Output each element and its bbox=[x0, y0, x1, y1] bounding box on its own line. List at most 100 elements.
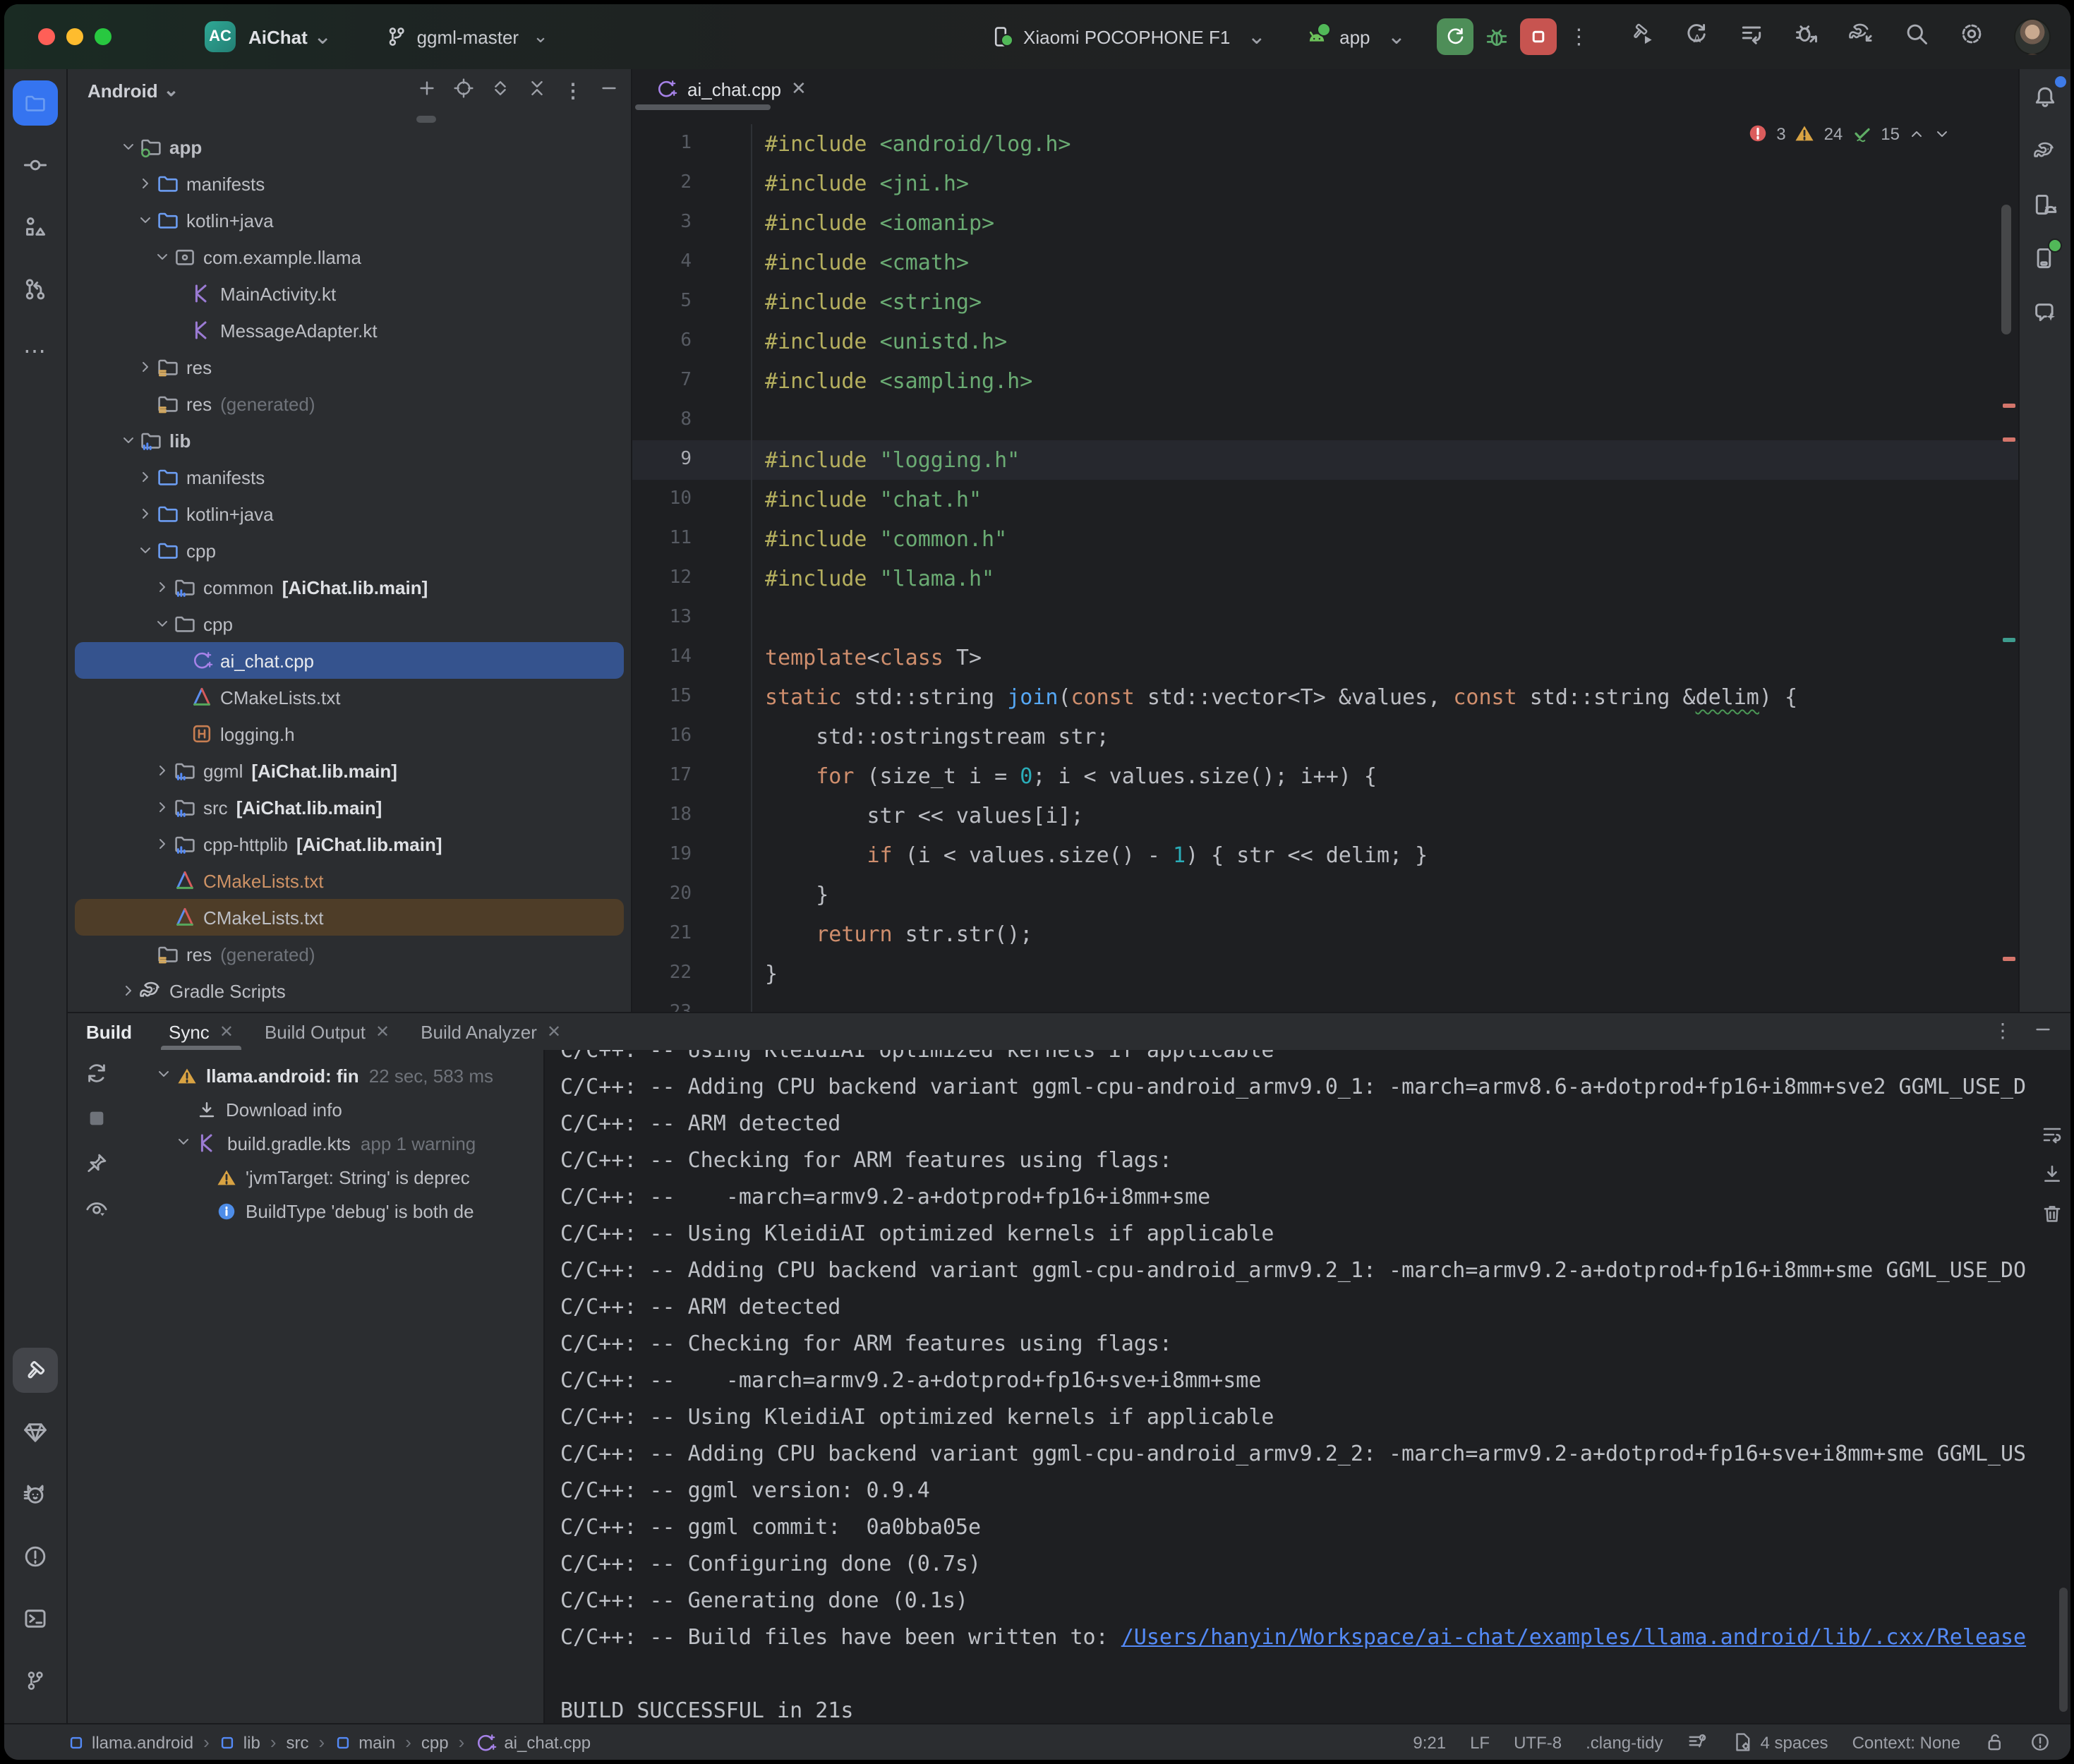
tool-stripe-pull-request-button[interactable] bbox=[13, 267, 58, 312]
context-indicator[interactable]: Context: None bbox=[1852, 1732, 1960, 1752]
soft-wrap-button[interactable] bbox=[2041, 1123, 2063, 1153]
tree-row[interactable]: Gradle Scripts bbox=[75, 972, 624, 1009]
code-line[interactable]: 22} bbox=[632, 954, 2018, 993]
code-line[interactable]: 16 std::ostringstream str; bbox=[632, 717, 2018, 756]
indent-setting[interactable]: 4 spaces bbox=[1732, 1732, 1828, 1753]
restart-activity-button[interactable]: A bbox=[1684, 20, 1709, 53]
stop-button[interactable] bbox=[1520, 18, 1557, 55]
tree-row[interactable]: cpp-httplib[AiChat.lib.main] bbox=[75, 826, 624, 862]
tab-ai-chat-cpp[interactable]: ai_chat.cpp ✕ bbox=[644, 78, 818, 100]
tree-row[interactable]: res bbox=[75, 349, 624, 385]
branch-selector[interactable]: ggml-master ⌄ bbox=[386, 25, 548, 48]
debug-button[interactable] bbox=[1485, 25, 1509, 49]
attach-debugger-button[interactable] bbox=[1794, 20, 1819, 53]
code-line[interactable]: 2#include <jni.h> bbox=[632, 164, 2018, 203]
collapse-all-icon[interactable] bbox=[526, 78, 548, 103]
tree-row[interactable]: kotlin+java bbox=[75, 202, 624, 238]
tree-row[interactable]: res(generated) bbox=[75, 385, 624, 422]
device-selector[interactable]: Xiaomi POCOPHONE F1 bbox=[1023, 26, 1230, 47]
minimize-window-button[interactable] bbox=[66, 28, 83, 45]
user-avatar[interactable] bbox=[2014, 18, 2051, 55]
build-tab-sync[interactable]: Sync✕ bbox=[160, 1013, 242, 1050]
breadcrumb[interactable]: llama.android›lib›src›main›cpp›ai_chat.c… bbox=[68, 1731, 591, 1753]
build-tree-row[interactable]: build.gradle.ktsapp 1 warning bbox=[124, 1126, 543, 1160]
close-window-button[interactable] bbox=[38, 28, 55, 45]
tool-stripe-branch-button[interactable] bbox=[13, 1658, 58, 1703]
right-stripe-device-manager-button[interactable] bbox=[2025, 185, 2065, 224]
tree-row[interactable]: MessageAdapter.kt bbox=[75, 312, 624, 349]
breadcrumb-item[interactable]: ai_chat.cpp bbox=[474, 1731, 591, 1753]
code-line[interactable]: 21 return str.str(); bbox=[632, 914, 2018, 954]
tree-row[interactable]: cpp bbox=[75, 532, 624, 569]
close-icon[interactable]: ✕ bbox=[791, 78, 807, 100]
more-v-icon[interactable]: ⋮ bbox=[1993, 1019, 2013, 1044]
run-config-selector[interactable]: app bbox=[1339, 26, 1370, 47]
code-line[interactable]: 15static std::string join(const std::vec… bbox=[632, 677, 2018, 717]
code-line[interactable]: 4#include <cmath> bbox=[632, 243, 2018, 282]
breadcrumb-item[interactable]: llama.android bbox=[68, 1732, 193, 1752]
gear-button[interactable] bbox=[1959, 20, 1984, 53]
tool-stripe-structure-button[interactable] bbox=[13, 205, 58, 250]
macos-window-controls[interactable] bbox=[38, 28, 111, 45]
build-run-button[interactable] bbox=[1629, 20, 1654, 53]
console-link[interactable]: /Users/hanyin/Workspace/ai-chat/examples… bbox=[1121, 1624, 2026, 1650]
tool-stripe-more-h-button[interactable]: ⋯ bbox=[13, 329, 58, 374]
tree-row[interactable]: res(generated) bbox=[75, 936, 624, 972]
file-encoding[interactable]: UTF-8 bbox=[1514, 1732, 1562, 1752]
code-line[interactable]: 11#include "common.h" bbox=[632, 519, 2018, 559]
breadcrumb-item[interactable]: main bbox=[334, 1732, 395, 1752]
pin-button[interactable] bbox=[84, 1152, 108, 1183]
change-stripe-mark[interactable] bbox=[2003, 638, 2015, 642]
code-line[interactable]: 5#include <string> bbox=[632, 282, 2018, 322]
build-tree-row[interactable]: Download info bbox=[124, 1092, 543, 1126]
right-stripe-gemini-button[interactable] bbox=[2025, 292, 2065, 332]
tree-row[interactable]: ggml[AiChat.lib.main] bbox=[75, 752, 624, 789]
code-line[interactable]: 19 if (i < values.size() - 1) { str << d… bbox=[632, 835, 2018, 875]
profiler-button[interactable] bbox=[1739, 20, 1764, 53]
scroll-end-button[interactable] bbox=[2041, 1163, 2063, 1192]
close-icon[interactable]: ✕ bbox=[547, 1022, 561, 1041]
code-line[interactable]: 14template<class T> bbox=[632, 638, 2018, 677]
tree-row[interactable]: com.example.llama bbox=[75, 238, 624, 275]
code-line[interactable]: 12#include "llama.h" bbox=[632, 559, 2018, 598]
tool-stripe-hammer-button[interactable] bbox=[13, 1348, 58, 1393]
build-tree-row[interactable]: BuildType 'debug' is both de bbox=[124, 1194, 543, 1228]
project-selector[interactable]: AiChat bbox=[248, 26, 308, 47]
tool-stripe-folder-button[interactable] bbox=[13, 80, 58, 126]
code-line[interactable]: 9#include "logging.h" bbox=[632, 440, 2018, 480]
tree-row[interactable]: common[AiChat.lib.main] bbox=[75, 569, 624, 605]
code-line[interactable]: 20 } bbox=[632, 875, 2018, 914]
project-view-selector[interactable]: Android bbox=[88, 80, 158, 101]
error-stripe-mark[interactable] bbox=[2003, 404, 2015, 408]
code-style-icon[interactable] bbox=[1687, 1732, 1708, 1753]
scrollbar-thumb[interactable] bbox=[416, 116, 436, 123]
tree-row[interactable]: manifests bbox=[75, 459, 624, 495]
tree-row[interactable]: CMakeLists.txt bbox=[75, 679, 624, 715]
breadcrumb-item[interactable]: cpp bbox=[421, 1732, 449, 1752]
gradle-sync-button[interactable] bbox=[1849, 20, 1874, 53]
tree-row[interactable]: CMakeLists.txt bbox=[75, 862, 624, 899]
rerun-button[interactable] bbox=[1437, 18, 1473, 55]
tree-row[interactable]: logging.h bbox=[75, 715, 624, 752]
maximize-window-button[interactable] bbox=[95, 28, 111, 45]
lock-open-icon[interactable] bbox=[1984, 1732, 2006, 1753]
code-area[interactable]: 1#include <android/log.h>2#include <jni.… bbox=[632, 109, 2018, 1012]
tree-row[interactable]: manifests bbox=[75, 165, 624, 202]
trash-button[interactable] bbox=[2041, 1202, 2063, 1232]
build-tree-row[interactable]: llama.android: fin22 sec, 583 ms bbox=[124, 1058, 543, 1092]
lint-config[interactable]: .clang-tidy bbox=[1586, 1732, 1663, 1752]
caret-position[interactable]: 9:21 bbox=[1413, 1732, 1446, 1752]
inspections-widget[interactable]: 3 24 15 bbox=[1747, 123, 1951, 144]
sync-button[interactable] bbox=[84, 1061, 108, 1092]
breadcrumb-item[interactable]: lib bbox=[219, 1732, 260, 1752]
code-line[interactable]: 3#include <iomanip> bbox=[632, 203, 2018, 243]
build-tree-row[interactable]: 'jvmTarget: String' is deprec bbox=[124, 1160, 543, 1194]
code-line[interactable]: 7#include <sampling.h> bbox=[632, 361, 2018, 401]
code-line[interactable]: 13 bbox=[632, 598, 2018, 638]
more-v-icon[interactable]: ⋮ bbox=[563, 78, 583, 102]
eye-button[interactable] bbox=[84, 1197, 108, 1228]
close-icon[interactable]: ✕ bbox=[375, 1022, 390, 1041]
hide-icon[interactable] bbox=[598, 78, 620, 103]
tree-row[interactable]: MainActivity.kt bbox=[75, 275, 624, 312]
more-vertical-icon[interactable]: ⋮ bbox=[1568, 24, 1589, 49]
